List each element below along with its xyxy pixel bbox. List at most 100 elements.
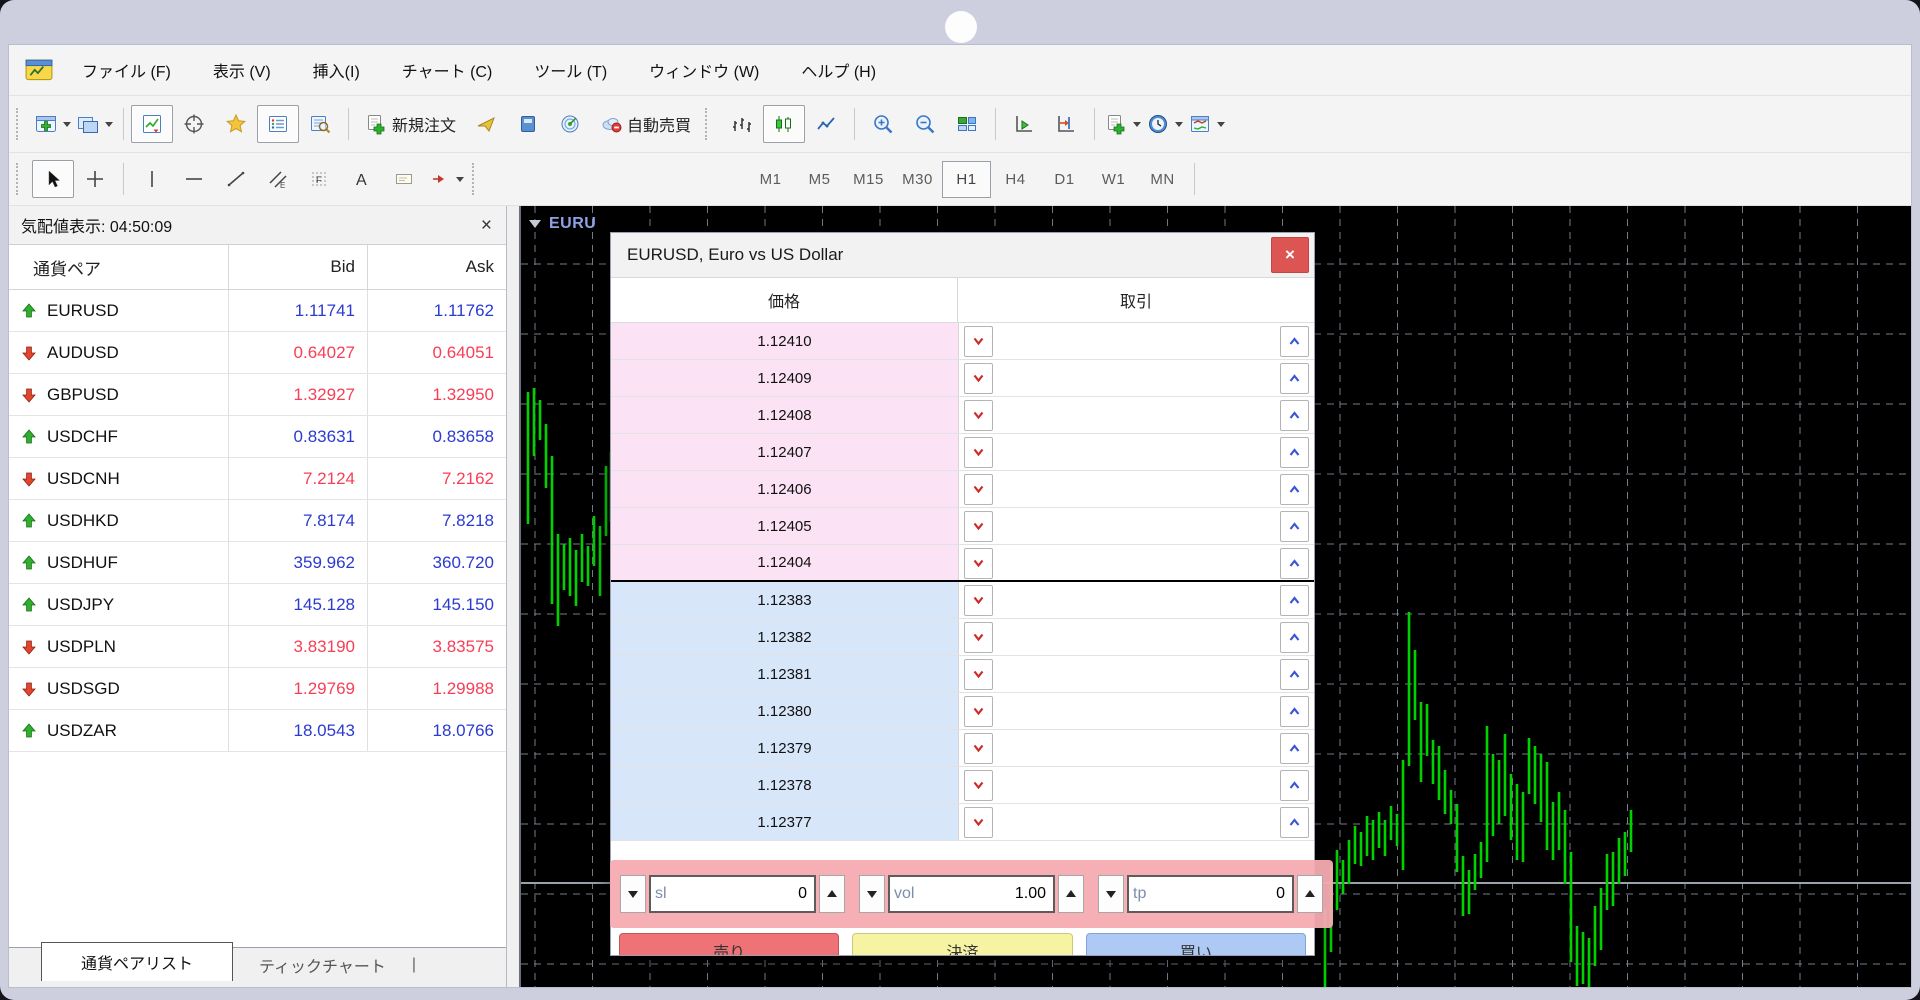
crosshair-window-button[interactable] bbox=[173, 105, 215, 143]
cursor-button[interactable] bbox=[32, 160, 74, 198]
favorites-button[interactable] bbox=[215, 105, 257, 143]
crosshair-button[interactable] bbox=[74, 160, 116, 198]
market-watch-row-AUDUSD[interactable]: AUDUSD 0.64027 0.64051 bbox=[9, 332, 506, 374]
periods-button[interactable] bbox=[1144, 105, 1186, 143]
timeframe-M5[interactable]: M5 bbox=[795, 161, 844, 198]
market-watch-row-USDHKD[interactable]: USDHKD 7.8174 7.8218 bbox=[9, 500, 506, 542]
profiles-button[interactable] bbox=[74, 105, 116, 143]
buy-chevron-button[interactable] bbox=[1280, 659, 1309, 690]
market-watch-row-USDPLN[interactable]: USDPLN 3.83190 3.83575 bbox=[9, 626, 506, 668]
close-icon[interactable]: × bbox=[481, 216, 492, 235]
sell-chevron-button[interactable] bbox=[964, 400, 993, 431]
sl-field[interactable]: sl 0 bbox=[649, 875, 816, 913]
buy-chevron-button[interactable] bbox=[1280, 326, 1309, 357]
sell-chevron-button[interactable] bbox=[964, 807, 993, 838]
tab-tick-chart[interactable]: ティックチャート bbox=[233, 948, 412, 982]
tp-decrement-button[interactable] bbox=[1098, 875, 1124, 913]
chart-symbol-label[interactable]: EURU bbox=[529, 214, 596, 234]
buy-chevron-button[interactable] bbox=[1280, 511, 1309, 542]
tick-chart-button[interactable] bbox=[131, 105, 173, 143]
menu-item-5[interactable]: ウィンドウ (W) bbox=[628, 64, 780, 81]
timeframe-H1[interactable]: H1 bbox=[942, 160, 991, 198]
market-watch-row-USDZAR[interactable]: USDZAR 18.0543 18.0766 bbox=[9, 710, 506, 752]
column-header-ask[interactable]: Ask bbox=[368, 245, 506, 289]
new-order-button[interactable]: 新規注文 bbox=[356, 105, 465, 143]
new-chart-button[interactable] bbox=[32, 105, 74, 143]
sl-increment-button[interactable] bbox=[819, 875, 845, 913]
bar-chart-button[interactable] bbox=[721, 105, 763, 143]
market-watch-row-EURUSD[interactable]: EURUSD 1.11741 1.11762 bbox=[9, 290, 506, 332]
tab-symbol-list[interactable]: 通貨ペアリスト bbox=[41, 942, 233, 981]
buy-chevron-button[interactable] bbox=[1280, 807, 1309, 838]
sell-chevron-button[interactable] bbox=[964, 437, 993, 468]
market-watch-row-USDSGD[interactable]: USDSGD 1.29769 1.29988 bbox=[9, 668, 506, 710]
line-chart-button[interactable] bbox=[805, 105, 847, 143]
timeframe-M1[interactable]: M1 bbox=[746, 161, 795, 198]
sell-chevron-button[interactable] bbox=[964, 548, 993, 579]
market-watch-row-USDJPY[interactable]: USDJPY 145.128 145.150 bbox=[9, 584, 506, 626]
menu-item-0[interactable]: ファイル (F) bbox=[61, 64, 192, 81]
sell-chevron-button[interactable] bbox=[964, 659, 993, 690]
timeframe-M30[interactable]: M30 bbox=[893, 161, 942, 198]
buy-chevron-button[interactable] bbox=[1280, 733, 1309, 764]
buy-chevron-button[interactable] bbox=[1280, 474, 1309, 505]
horizontal-line-button[interactable] bbox=[173, 160, 215, 198]
zoom-in-button[interactable] bbox=[862, 105, 904, 143]
market-watch-button[interactable] bbox=[257, 105, 299, 143]
indicators-button[interactable] bbox=[1102, 105, 1144, 143]
vertical-line-button[interactable] bbox=[131, 160, 173, 198]
menu-item-1[interactable]: 表示 (V) bbox=[192, 64, 292, 81]
vol-decrement-button[interactable] bbox=[859, 875, 885, 913]
sell-chevron-button[interactable] bbox=[964, 622, 993, 653]
channel-button[interactable]: E bbox=[257, 160, 299, 198]
buy-chevron-button[interactable] bbox=[1280, 400, 1309, 431]
close-icon[interactable]: × bbox=[1271, 237, 1309, 273]
terminal-button[interactable] bbox=[507, 105, 549, 143]
market-watch-row-GBPUSD[interactable]: GBPUSD 1.32927 1.32950 bbox=[9, 374, 506, 416]
menu-item-2[interactable]: 挿入(I) bbox=[292, 64, 381, 81]
news-button[interactable] bbox=[465, 105, 507, 143]
column-header-symbol[interactable]: 通貨ペア bbox=[9, 245, 229, 289]
tp-increment-button[interactable] bbox=[1297, 875, 1323, 913]
auto-scroll-button[interactable] bbox=[1003, 105, 1045, 143]
buy-chevron-button[interactable] bbox=[1280, 696, 1309, 727]
chart-shift-button[interactable] bbox=[1045, 105, 1087, 143]
vol-field[interactable]: vol 1.00 bbox=[888, 875, 1055, 913]
buy-chevron-button[interactable] bbox=[1280, 548, 1309, 579]
trendline-button[interactable] bbox=[215, 160, 257, 198]
auto-trading-button[interactable]: 自動売買 bbox=[591, 105, 700, 143]
text-label-button[interactable] bbox=[383, 160, 425, 198]
buy-chevron-button[interactable] bbox=[1280, 622, 1309, 653]
timeframe-M15[interactable]: M15 bbox=[844, 161, 893, 198]
fibonacci-button[interactable]: F bbox=[299, 160, 341, 198]
column-header-bid[interactable]: Bid bbox=[229, 245, 368, 289]
market-watch-row-USDHUF[interactable]: USDHUF 359.962 360.720 bbox=[9, 542, 506, 584]
tile-windows-button[interactable] bbox=[946, 105, 988, 143]
dialog-titlebar[interactable]: EURUSD, Euro vs US Dollar × bbox=[611, 233, 1314, 278]
zoom-out-button[interactable] bbox=[904, 105, 946, 143]
timeframe-MN[interactable]: MN bbox=[1138, 161, 1187, 198]
sell-button[interactable]: 売り bbox=[619, 933, 840, 955]
buy-chevron-button[interactable] bbox=[1280, 437, 1309, 468]
vol-increment-button[interactable] bbox=[1058, 875, 1084, 913]
shapes-button[interactable] bbox=[425, 160, 467, 198]
market-watch-row-USDCNH[interactable]: USDCNH 7.2124 7.2162 bbox=[9, 458, 506, 500]
buy-chevron-button[interactable] bbox=[1280, 585, 1309, 616]
sell-chevron-button[interactable] bbox=[964, 696, 993, 727]
sell-chevron-button[interactable] bbox=[964, 511, 993, 542]
timeframe-D1[interactable]: D1 bbox=[1040, 161, 1089, 198]
sell-chevron-button[interactable] bbox=[964, 770, 993, 801]
sell-chevron-button[interactable] bbox=[964, 474, 993, 505]
buy-button[interactable]: 買い bbox=[1085, 933, 1306, 955]
buy-chevron-button[interactable] bbox=[1280, 770, 1309, 801]
sell-chevron-button[interactable] bbox=[964, 326, 993, 357]
timeframe-W1[interactable]: W1 bbox=[1089, 161, 1138, 198]
templates-button[interactable] bbox=[1186, 105, 1228, 143]
menu-item-4[interactable]: ツール (T) bbox=[513, 64, 628, 81]
sl-decrement-button[interactable] bbox=[620, 875, 646, 913]
candlestick-button[interactable] bbox=[763, 105, 806, 143]
buy-chevron-button[interactable] bbox=[1280, 363, 1309, 394]
data-window-button[interactable] bbox=[299, 105, 341, 143]
sell-chevron-button[interactable] bbox=[964, 733, 993, 764]
close-button[interactable]: 決済 bbox=[852, 933, 1073, 955]
